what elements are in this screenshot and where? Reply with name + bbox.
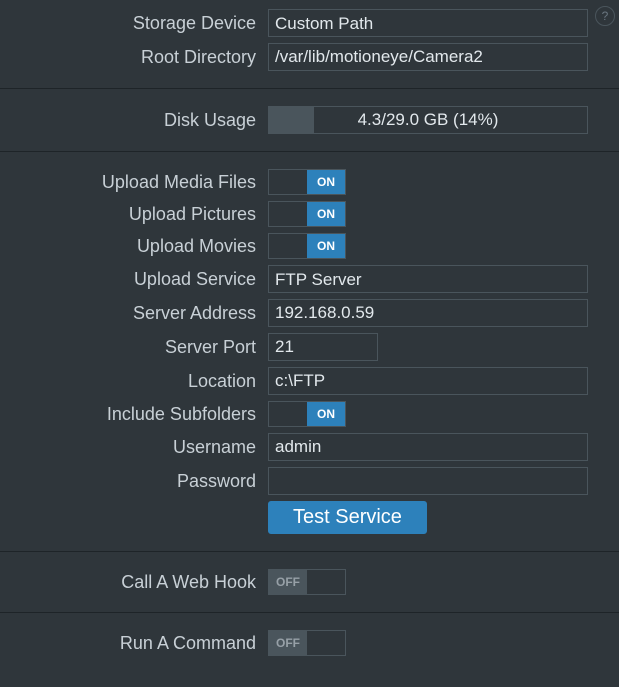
server-port-input[interactable]	[268, 333, 378, 361]
upload-media-label: Upload Media Files	[6, 172, 268, 193]
upload-pictures-toggle[interactable]: OFFON	[268, 201, 346, 227]
test-service-button[interactable]: Test Service	[268, 501, 427, 534]
disk-usage-text: 4.3/29.0 GB (14%)	[269, 107, 587, 133]
location-input[interactable]	[268, 367, 588, 395]
help-icon[interactable]: ?	[595, 6, 615, 26]
server-address-input[interactable]	[268, 299, 588, 327]
root-directory-input[interactable]	[268, 43, 588, 71]
upload-movies-toggle[interactable]: OFFON	[268, 233, 346, 259]
location-label: Location	[6, 371, 268, 392]
storage-device-select[interactable]: Custom Path	[268, 9, 588, 37]
password-label: Password	[6, 471, 268, 492]
server-port-label: Server Port	[6, 337, 268, 358]
storage-device-label: Storage Device	[6, 13, 268, 34]
upload-service-label: Upload Service	[6, 269, 268, 290]
username-label: Username	[6, 437, 268, 458]
run-command-toggle[interactable]: OFFON	[268, 630, 346, 656]
upload-pictures-label: Upload Pictures	[6, 204, 268, 225]
root-directory-label: Root Directory	[6, 47, 268, 68]
run-command-label: Run A Command	[6, 633, 268, 654]
upload-media-toggle[interactable]: OFFON	[268, 169, 346, 195]
password-input[interactable]	[268, 467, 588, 495]
webhook-toggle[interactable]: OFFON	[268, 569, 346, 595]
username-input[interactable]	[268, 433, 588, 461]
upload-service-select[interactable]: FTP Server	[268, 265, 588, 293]
webhook-label: Call A Web Hook	[6, 572, 268, 593]
disk-usage-bar: 4.3/29.0 GB (14%)	[268, 106, 588, 134]
include-subfolders-label: Include Subfolders	[6, 404, 268, 425]
include-subfolders-toggle[interactable]: OFFON	[268, 401, 346, 427]
server-address-label: Server Address	[6, 303, 268, 324]
upload-movies-label: Upload Movies	[6, 236, 268, 257]
disk-usage-label: Disk Usage	[6, 110, 268, 131]
